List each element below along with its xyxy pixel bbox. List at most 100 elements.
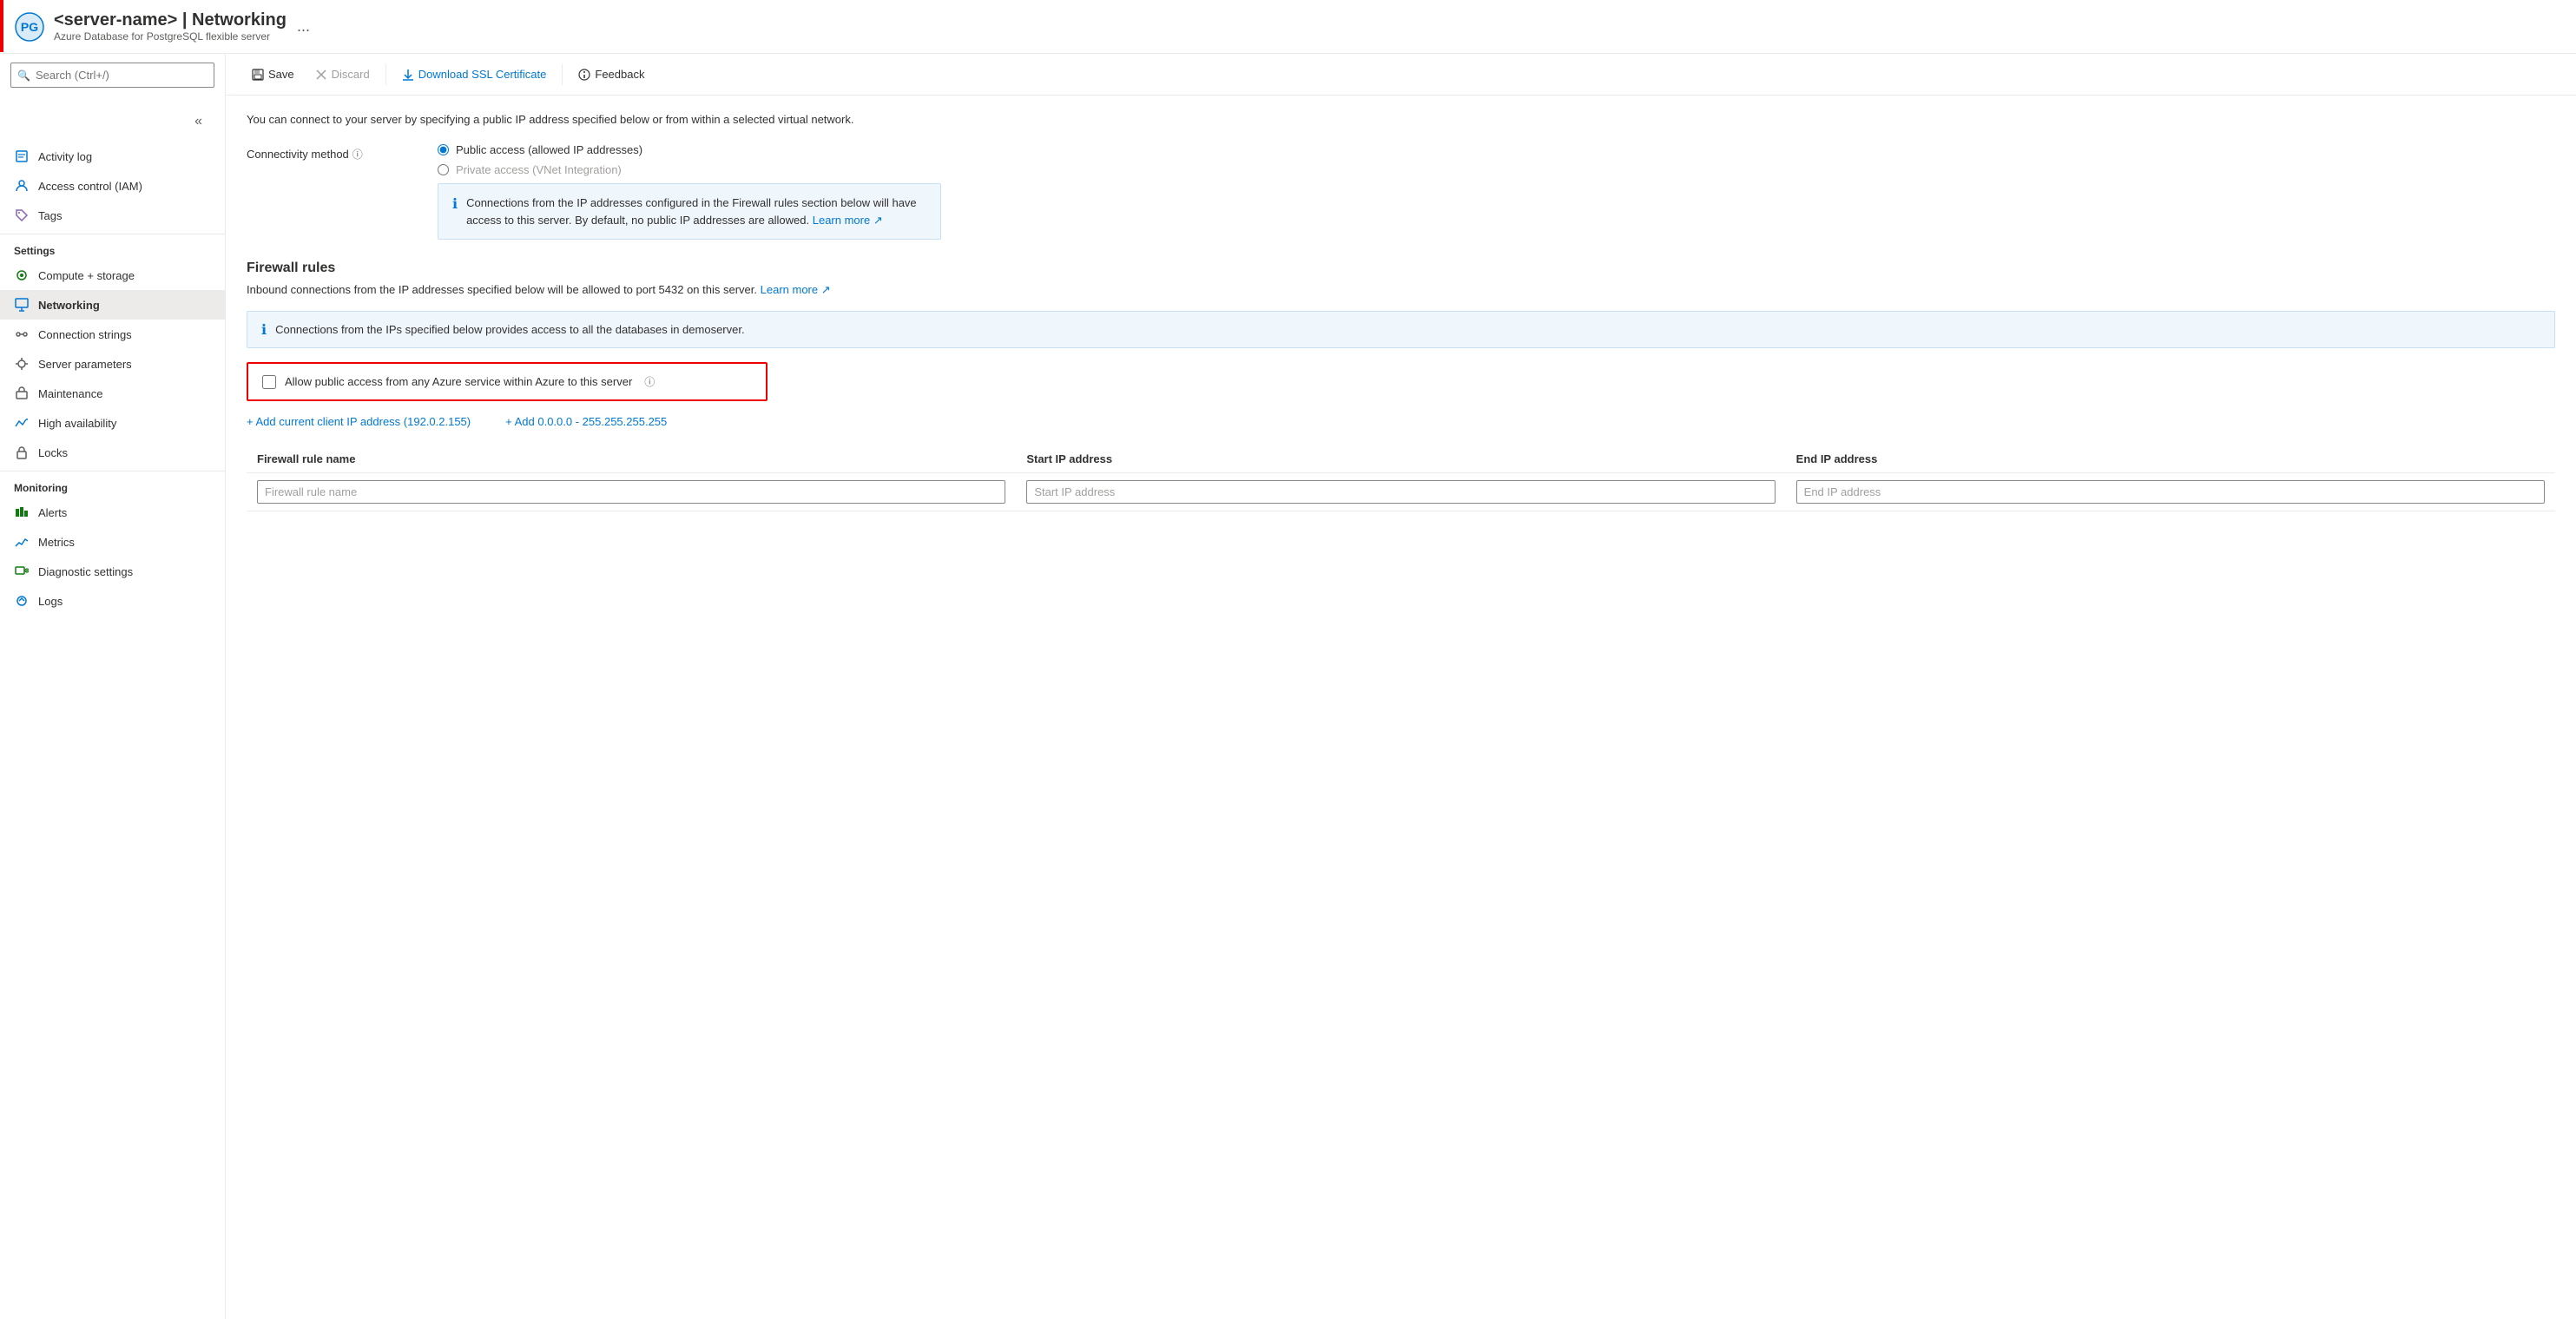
add-all-ip-link[interactable]: + Add 0.0.0.0 - 255.255.255.255: [505, 415, 667, 428]
rule-name-input[interactable]: [257, 480, 1005, 504]
firewall-rule-row: [247, 473, 2555, 511]
download-ssl-button[interactable]: Download SSL Certificate: [393, 63, 556, 86]
radio-public-input[interactable]: [438, 144, 449, 155]
add-client-ip-link[interactable]: + Add current client IP address (192.0.2…: [247, 415, 471, 428]
sidebar-item-networking[interactable]: Networking: [0, 290, 225, 320]
info-banner-icon: ℹ: [261, 321, 267, 339]
alerts-icon: [14, 505, 30, 520]
connectivity-options: Public access (allowed IP addresses) Pri…: [438, 143, 2555, 240]
firewall-rules-table: Firewall rule name Start IP address End …: [247, 445, 2555, 511]
sidebar-label-logs: Logs: [38, 595, 63, 608]
sidebar-search-container: 🔍: [0, 54, 225, 96]
tags-icon: [14, 208, 30, 223]
search-icon: 🔍: [17, 69, 30, 82]
toolbar-separator: [385, 64, 386, 85]
sidebar-label-locks: Locks: [38, 446, 68, 459]
sidebar: 🔍 « Activity log Access control (IAM): [0, 54, 226, 1319]
sidebar-item-server-parameters[interactable]: Server parameters: [0, 349, 225, 379]
feedback-button[interactable]: Feedback: [570, 63, 653, 86]
sidebar-label-tags: Tags: [38, 209, 62, 222]
firewall-banner-text: Connections from the IPs specified below…: [275, 323, 745, 336]
radio-private-input[interactable]: [438, 164, 449, 175]
sidebar-item-high-availability[interactable]: High availability: [0, 408, 225, 438]
add-ip-links: + Add current client IP address (192.0.2…: [247, 415, 2555, 428]
firewall-section-desc: Inbound connections from the IP addresse…: [247, 283, 2555, 297]
firewall-info-banner: ℹ Connections from the IPs specified bel…: [247, 311, 2555, 348]
save-icon: [252, 69, 264, 81]
red-accent: [0, 0, 3, 52]
end-ip-input[interactable]: [1796, 480, 2545, 504]
content-body: You can connect to your server by specif…: [226, 96, 2576, 529]
sidebar-label-networking: Networking: [38, 299, 100, 312]
info-circle-icon: ℹ: [452, 195, 458, 213]
col-header-start-ip: Start IP address: [1016, 445, 1785, 473]
svg-text:PG: PG: [21, 20, 38, 34]
page-subtitle: Azure Database for PostgreSQL flexible s…: [54, 30, 287, 43]
rule-name-cell: [247, 473, 1016, 511]
allow-azure-services-label: Allow public access from any Azure servi…: [285, 375, 632, 388]
header-more-button[interactable]: ...: [297, 17, 310, 36]
sidebar-item-alerts[interactable]: Alerts: [0, 498, 225, 527]
connectivity-info-box: ℹ Connections from the IP addresses conf…: [438, 183, 941, 240]
sidebar-label-maintenance: Maintenance: [38, 387, 102, 400]
collapse-sidebar-button[interactable]: «: [186, 105, 211, 138]
sidebar-label-access-control: Access control (IAM): [38, 180, 142, 193]
compute-icon: [14, 267, 30, 283]
feedback-icon: [578, 69, 590, 81]
learn-more-connectivity-link[interactable]: Learn more ↗: [813, 214, 883, 227]
server-params-icon: [14, 356, 30, 372]
start-ip-cell: [1016, 473, 1785, 511]
logs-icon: [14, 593, 30, 609]
locks-icon: [14, 445, 30, 460]
service-icon: PG: [14, 11, 45, 43]
sidebar-item-connection-strings[interactable]: Connection strings: [0, 320, 225, 349]
info-icon-checkbox: ⓘ: [644, 374, 655, 389]
sidebar-item-access-control[interactable]: Access control (IAM): [0, 171, 225, 201]
metrics-icon: [14, 534, 30, 550]
radio-private-access[interactable]: Private access (VNet Integration): [438, 163, 2555, 176]
connectivity-method-label: Connectivity method ⓘ: [247, 143, 438, 162]
networking-icon: [14, 297, 30, 313]
download-icon: [402, 69, 414, 81]
sidebar-item-metrics[interactable]: Metrics: [0, 527, 225, 557]
toolbar: Save Discard Download SSL Certificate Fe…: [226, 54, 2576, 96]
info-icon-connectivity: ⓘ: [352, 147, 363, 162]
connectivity-info-text: Connections from the IP addresses config…: [466, 195, 926, 228]
sidebar-item-locks[interactable]: Locks: [0, 438, 225, 467]
settings-section-title: Settings: [0, 234, 225, 261]
radio-public-access[interactable]: Public access (allowed IP addresses): [438, 143, 2555, 156]
maintenance-icon: [14, 386, 30, 401]
sidebar-item-tags[interactable]: Tags: [0, 201, 225, 230]
save-button[interactable]: Save: [243, 63, 303, 86]
sidebar-label-compute-storage: Compute + storage: [38, 269, 135, 282]
connection-icon: [14, 326, 30, 342]
discard-icon: [315, 69, 327, 81]
col-header-end-ip: End IP address: [1786, 445, 2555, 473]
diagnostic-icon: [14, 564, 30, 579]
end-ip-cell: [1786, 473, 2555, 511]
main-content: Save Discard Download SSL Certificate Fe…: [226, 54, 2576, 1319]
header-title-block: <server-name> | Networking Azure Databas…: [54, 10, 287, 43]
sidebar-item-activity-log[interactable]: Activity log: [0, 142, 225, 171]
sidebar-label-server-parameters: Server parameters: [38, 358, 132, 371]
sidebar-item-maintenance[interactable]: Maintenance: [0, 379, 225, 408]
sidebar-label-activity-log: Activity log: [38, 150, 92, 163]
sidebar-item-compute-storage[interactable]: Compute + storage: [0, 261, 225, 290]
sidebar-nav: Activity log Access control (IAM) Tags S…: [0, 142, 225, 1319]
sidebar-label-alerts: Alerts: [38, 506, 67, 519]
sidebar-label-high-availability: High availability: [38, 417, 116, 430]
activity-log-icon: [14, 148, 30, 164]
start-ip-input[interactable]: [1026, 480, 1775, 504]
page-header: PG <server-name> | Networking Azure Data…: [0, 0, 2576, 54]
page-description: You can connect to your server by specif…: [247, 113, 1028, 126]
firewall-learn-more-link[interactable]: Learn more ↗: [761, 283, 831, 296]
sidebar-label-metrics: Metrics: [38, 536, 75, 549]
page-title: <server-name> | Networking: [54, 10, 287, 30]
sidebar-item-diagnostic-settings[interactable]: Diagnostic settings: [0, 557, 225, 586]
allow-azure-services-checkbox[interactable]: [262, 375, 276, 389]
discard-button[interactable]: Discard: [306, 63, 379, 86]
search-input[interactable]: [10, 63, 214, 88]
sidebar-label-connection-strings: Connection strings: [38, 328, 132, 341]
sidebar-item-logs[interactable]: Logs: [0, 586, 225, 616]
connectivity-method-row: Connectivity method ⓘ Public access (all…: [247, 143, 2555, 240]
